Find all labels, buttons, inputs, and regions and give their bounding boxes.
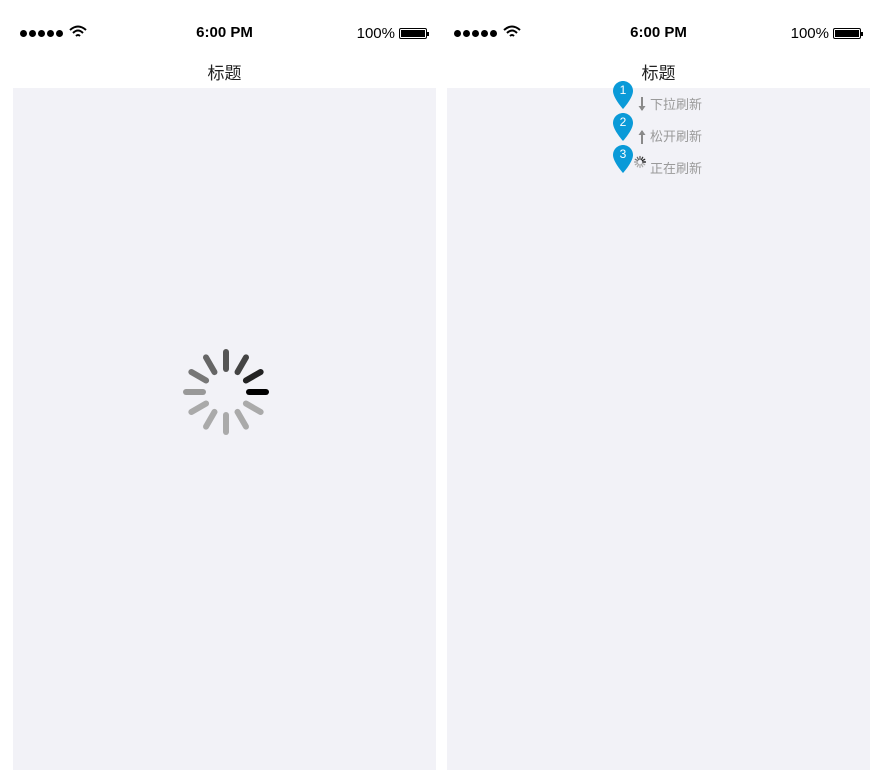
refresh-label: 下拉刷新 <box>650 98 703 113</box>
content-area[interactable]: 1 下拉刷新 2 松开刷新 3 正在刷新 <box>447 81 870 770</box>
refresh-label: 松开刷新 <box>650 130 703 145</box>
arrow-up-icon <box>638 130 646 144</box>
refresh-state-refreshing: 3 正在刷新 <box>613 145 733 185</box>
spinner-icon <box>633 155 647 169</box>
battery-percentage: 100% <box>356 25 395 42</box>
refresh-label: 正在刷新 <box>650 162 703 177</box>
content-area <box>13 88 436 770</box>
screen-loading: 6:00 PM 100% 标题 <box>13 0 436 770</box>
battery-percentage: 100% <box>790 25 829 42</box>
marker-number: 1 <box>619 83 627 97</box>
status-bar: 6:00 PM 100% <box>447 0 870 48</box>
screen-refresh-states: 6:00 PM 100% 标题 1 下拉刷新 2 松开刷新 3 正在刷新 <box>447 0 870 770</box>
marker-number: 2 <box>619 115 627 129</box>
arrow-down-icon <box>638 97 646 111</box>
marker-number: 3 <box>619 147 627 161</box>
loading-spinner-icon <box>183 349 269 435</box>
status-bar: 6:00 PM 100% <box>13 0 436 48</box>
navigation-bar: 标题 <box>13 48 436 88</box>
battery-icon <box>833 28 863 39</box>
page-title: 标题 <box>207 64 242 84</box>
battery-icon <box>399 28 429 39</box>
